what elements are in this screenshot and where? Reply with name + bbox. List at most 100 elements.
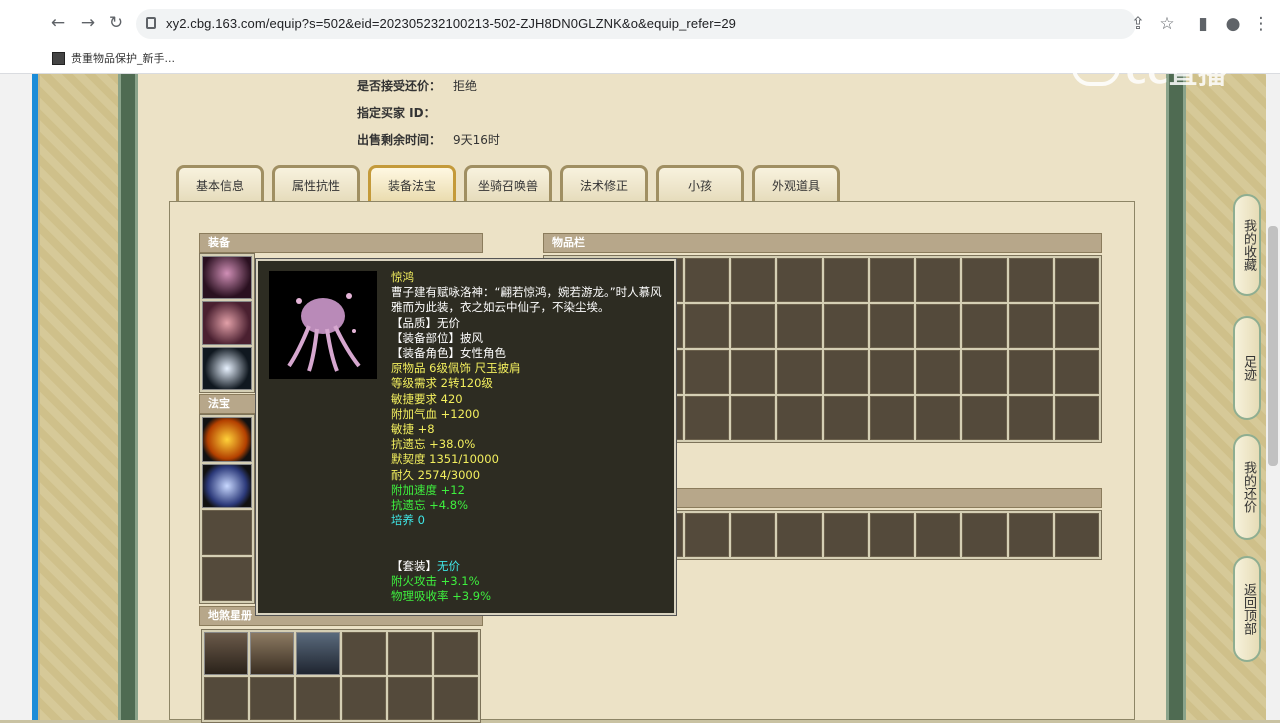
tab-basic[interactable]: 基本信息	[176, 165, 264, 201]
info-value: 拒绝	[453, 79, 478, 93]
back-icon[interactable]: ←	[48, 13, 68, 33]
inventory-slot[interactable]	[1054, 258, 1099, 302]
disha-slot[interactable]	[388, 632, 432, 675]
inventory-slot[interactable]	[684, 513, 729, 557]
tooltip-line: 附加气血 +1200	[391, 406, 480, 421]
inventory-slot[interactable]	[1008, 350, 1053, 394]
footprint-button[interactable]: 足迹	[1233, 316, 1261, 420]
inventory-slot[interactable]	[777, 304, 822, 348]
disha-slot[interactable]	[342, 677, 386, 720]
tab-child[interactable]: 小孩	[656, 165, 744, 201]
share-icon[interactable]: ⇪	[1128, 14, 1148, 34]
inventory-slot[interactable]	[684, 258, 729, 302]
inventory-slot[interactable]	[916, 513, 961, 557]
inventory-slot[interactable]	[823, 396, 868, 440]
tooltip-line: 【套装】无价	[391, 558, 460, 573]
inventory-slot[interactable]	[777, 350, 822, 394]
inventory-slot[interactable]	[1054, 350, 1099, 394]
inventory-slot[interactable]	[684, 350, 729, 394]
bookmark-item[interactable]: 贵重物品保护_新手...	[52, 50, 175, 66]
inventory-slot[interactable]	[962, 513, 1007, 557]
inventory-slot[interactable]	[869, 304, 914, 348]
tab-mounts[interactable]: 坐骑召唤兽	[464, 165, 552, 201]
disha-slot[interactable]	[296, 677, 340, 720]
inventory-slot[interactable]	[1054, 513, 1099, 557]
equip-grid	[199, 253, 255, 393]
inventory-slot[interactable]	[731, 350, 776, 394]
menu-icon[interactable]: ⋮	[1251, 14, 1271, 34]
back-to-top-button[interactable]: 返回顶部	[1233, 556, 1261, 662]
tab-appearance[interactable]: 外观道具	[752, 165, 840, 201]
inventory-slot[interactable]	[823, 350, 868, 394]
disha-slot[interactable]	[204, 677, 248, 720]
inventory-slot[interactable]	[962, 304, 1007, 348]
inventory-slot[interactable]	[684, 304, 729, 348]
info-label: 指定买家 ID：	[357, 106, 436, 120]
section-inventory: 物品栏	[543, 233, 1102, 253]
disha-slot[interactable]	[204, 632, 248, 675]
inventory-slot[interactable]	[916, 350, 961, 394]
tooltip-line: 物理吸收率 +3.9%	[391, 589, 492, 604]
reload-icon[interactable]: ↻	[106, 13, 126, 33]
equip-slot[interactable]	[202, 346, 252, 390]
tooltip-line: 惊鸿	[391, 270, 414, 284]
inventory-slot[interactable]	[684, 396, 729, 440]
inventory-slot[interactable]	[777, 258, 822, 302]
equip-slot[interactable]	[202, 256, 252, 300]
inventory-slot[interactable]	[869, 396, 914, 440]
fabao-slot[interactable]	[202, 556, 252, 601]
fabao-slot[interactable]	[202, 510, 252, 555]
inventory-slot[interactable]	[1008, 513, 1053, 557]
my-counteroffer-button[interactable]: 我的还价	[1233, 434, 1261, 540]
lock-icon[interactable]	[146, 17, 156, 29]
disha-slot[interactable]	[342, 632, 386, 675]
inventory-slot[interactable]	[1008, 258, 1053, 302]
inventory-slot[interactable]	[962, 258, 1007, 302]
inventory-slot[interactable]	[823, 258, 868, 302]
equip-slot[interactable]	[202, 301, 252, 345]
tab-equipment[interactable]: 装备法宝	[368, 165, 456, 201]
forward-icon[interactable]: →	[78, 13, 98, 33]
inventory-slot[interactable]	[731, 513, 776, 557]
my-favorites-button[interactable]: 我的收藏	[1233, 194, 1261, 296]
disha-slot[interactable]	[250, 632, 294, 675]
tab-attributes[interactable]: 属性抗性	[272, 165, 360, 201]
inventory-slot[interactable]	[1008, 396, 1053, 440]
inventory-slot[interactable]	[916, 258, 961, 302]
inventory-slot[interactable]	[916, 396, 961, 440]
browser-toolbar: ← → ↻ xy2.cbg.163.com/equip?s=502&eid=20…	[0, 0, 1280, 46]
side-panel-icon[interactable]: ▮	[1193, 14, 1213, 34]
inventory-slot[interactable]	[869, 350, 914, 394]
fabao-slot[interactable]	[202, 463, 252, 508]
profile-icon[interactable]: ●	[1223, 14, 1243, 34]
disha-slot[interactable]	[296, 632, 340, 675]
disha-slot[interactable]	[388, 677, 432, 720]
inventory-slot[interactable]	[823, 304, 868, 348]
tab-spells[interactable]: 法术修正	[560, 165, 648, 201]
inventory-slot[interactable]	[962, 350, 1007, 394]
disha-slot[interactable]	[250, 677, 294, 720]
inventory-slot[interactable]	[823, 513, 868, 557]
tooltip-line: 附加速度 +12	[391, 482, 465, 497]
info-label: 是否接受还价：	[357, 79, 442, 93]
disha-slot[interactable]	[434, 632, 478, 675]
inventory-slot[interactable]	[1054, 396, 1099, 440]
tooltip-line: 耐久 2574/3000	[391, 467, 481, 482]
inventory-slot[interactable]	[777, 513, 822, 557]
star-icon[interactable]: ☆	[1157, 14, 1177, 34]
scrollbar-thumb[interactable]	[1268, 226, 1278, 466]
inventory-slot[interactable]	[962, 396, 1007, 440]
inventory-slot[interactable]	[1054, 304, 1099, 348]
inventory-slot[interactable]	[869, 258, 914, 302]
inventory-slot[interactable]	[731, 396, 776, 440]
disha-slot[interactable]	[434, 677, 478, 720]
inventory-slot[interactable]	[731, 304, 776, 348]
tooltip-line: 曹子建有赋咏洛神：“翩若惊鸿，婉若游龙。”时人慕风雅而为此装，衣之如云中仙子，不…	[391, 285, 662, 315]
inventory-slot[interactable]	[869, 513, 914, 557]
inventory-slot[interactable]	[731, 258, 776, 302]
fabao-slot[interactable]	[202, 417, 252, 462]
url-text[interactable]: xy2.cbg.163.com/equip?s=502&eid=20230523…	[166, 16, 736, 31]
inventory-slot[interactable]	[1008, 304, 1053, 348]
inventory-slot[interactable]	[916, 304, 961, 348]
inventory-slot[interactable]	[777, 396, 822, 440]
